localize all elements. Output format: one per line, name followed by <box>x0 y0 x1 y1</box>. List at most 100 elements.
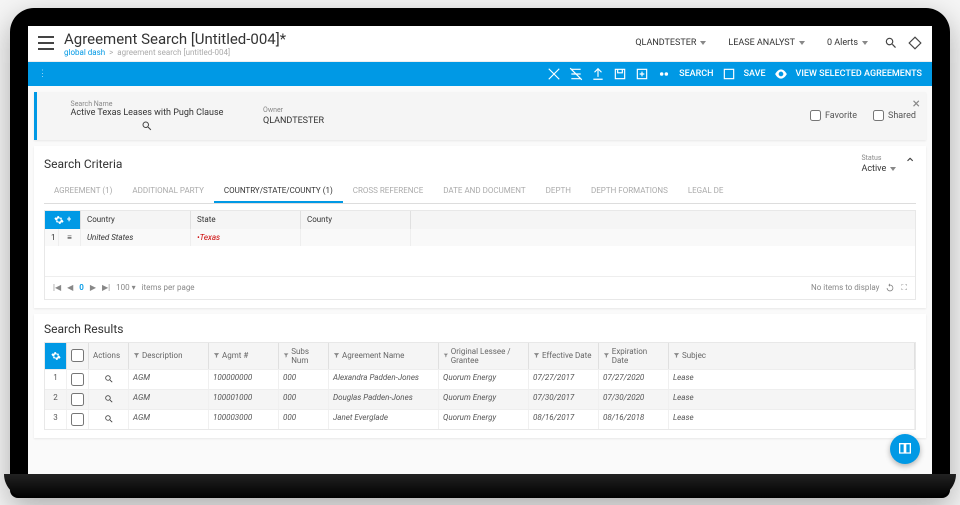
results-title: Search Results <box>44 322 916 336</box>
filter-icon <box>443 352 449 359</box>
alerts-dropdown[interactable]: 0 Alerts <box>821 36 874 50</box>
col-county[interactable]: County <box>301 211 411 229</box>
save-button[interactable]: SAVE <box>744 69 766 79</box>
col-description[interactable]: Description <box>129 343 209 369</box>
row-checkbox[interactable] <box>67 390 89 409</box>
row-index: 3 <box>45 410 67 429</box>
row-action[interactable]: ≡ <box>59 229 81 246</box>
row-action[interactable] <box>89 390 129 409</box>
row-checkbox[interactable] <box>67 370 89 389</box>
clear-all-icon[interactable] <box>569 67 583 81</box>
misc-icon[interactable] <box>657 67 671 81</box>
user-dropdown[interactable]: QLANDTESTER <box>629 36 712 50</box>
row-eff: 08/16/2017 <box>529 410 599 429</box>
row-index: 1 <box>45 370 67 389</box>
row-county[interactable] <box>301 229 411 246</box>
grid-settings[interactable]: + <box>45 211 81 229</box>
row-subs: 000 <box>279 370 329 389</box>
plus-icon[interactable]: + <box>67 215 71 224</box>
row-exp: 07/27/2020 <box>599 370 669 389</box>
col-subs[interactable]: Subs Num <box>279 343 329 369</box>
table-row[interactable]: 2 AGM 100001000 000 Douglas Padden-Jones… <box>45 389 915 409</box>
row-agmt: 100000000 <box>209 370 279 389</box>
save-as-icon[interactable] <box>613 67 627 81</box>
results-settings[interactable] <box>45 343 67 369</box>
row-agmt: 100001000 <box>209 390 279 409</box>
table-row[interactable]: 3 AGM 100003000 000 Janet Everglade Quor… <box>45 409 915 429</box>
col-state[interactable]: State <box>191 211 301 229</box>
tab-cross-reference[interactable]: CROSS REFERENCE <box>343 180 434 203</box>
criteria-row[interactable]: 1 ≡ United States •Texas <box>45 229 915 246</box>
col-eff[interactable]: Effective Date <box>529 343 599 369</box>
pager-prev[interactable]: ◀ <box>67 283 73 292</box>
col-subj[interactable]: Subjec <box>669 343 915 369</box>
row-desc: AGM <box>129 370 209 389</box>
tab-legal[interactable]: LEGAL DE <box>678 180 734 203</box>
tab-depth[interactable]: DEPTH <box>536 180 581 203</box>
select-all-checkbox[interactable] <box>67 343 89 369</box>
filter-icon <box>283 352 289 359</box>
pager-first[interactable]: |◀ <box>53 283 61 292</box>
row-desc: AGM <box>129 390 209 409</box>
filter-icon <box>133 352 140 359</box>
title-block: Agreement Search [Untitled-004]* global … <box>64 30 619 57</box>
view-selected-button[interactable]: VIEW SELECTED AGREEMENTS <box>796 69 922 79</box>
col-actions[interactable]: Actions <box>89 343 129 369</box>
pager-last[interactable]: ▶| <box>102 283 110 292</box>
search-name-value[interactable]: Active Texas Leases with Pugh Clause <box>71 108 224 118</box>
row-agmt: 100003000 <box>209 410 279 429</box>
tab-date-document[interactable]: DATE AND DOCUMENT <box>433 180 535 203</box>
pager-perpage[interactable]: 100 ▾ <box>116 283 136 292</box>
upload-icon[interactable] <box>591 67 605 81</box>
help-fab[interactable] <box>890 434 920 464</box>
table-row[interactable]: 1 AGM 100000000 000 Alexandra Padden-Jon… <box>45 369 915 389</box>
refresh-icon[interactable] <box>885 283 895 293</box>
breadcrumb-link[interactable]: global dash <box>64 48 105 57</box>
row-country[interactable]: United States <box>81 229 191 246</box>
search-name-label: Search Name <box>71 100 224 108</box>
filter-icon <box>213 352 220 359</box>
view-icon[interactable] <box>774 67 788 81</box>
status-dropdown[interactable]: Active <box>861 164 896 174</box>
favorite-checkbox[interactable]: Favorite <box>810 110 857 121</box>
col-agmt[interactable]: Agmt # <box>209 343 279 369</box>
collapse-toggle[interactable]: ⌃ <box>904 156 916 172</box>
row-action[interactable] <box>89 410 129 429</box>
search-button[interactable]: SEARCH <box>679 69 713 79</box>
save-icon[interactable] <box>722 67 736 81</box>
row-eff: 07/30/2017 <box>529 390 599 409</box>
kebab-icon[interactable]: ⋮ <box>38 69 47 79</box>
row-state[interactable]: •Texas <box>191 229 301 246</box>
gear-icon <box>54 215 64 225</box>
clear-icon[interactable] <box>547 67 561 81</box>
tab-additional-party[interactable]: ADDITIONAL PARTY <box>122 180 214 203</box>
expand-icon[interactable]: ⛶ <box>901 283 907 293</box>
row-checkbox[interactable] <box>67 410 89 429</box>
chevron-down-icon <box>862 41 868 45</box>
tab-agreement[interactable]: AGREEMENT (1) <box>44 180 122 203</box>
col-exp[interactable]: Expiration Date <box>599 343 669 369</box>
row-desc: AGM <box>129 410 209 429</box>
row-subs: 000 <box>279 410 329 429</box>
export-icon[interactable] <box>635 67 649 81</box>
status-label: Status <box>861 154 896 162</box>
menu-toggle[interactable] <box>38 36 54 50</box>
results-panel: Search Results Actions Description Agmt … <box>34 314 926 438</box>
col-lessee[interactable]: Original Lessee / Grantee <box>439 343 529 369</box>
criteria-title: Search Criteria <box>44 157 122 171</box>
col-country[interactable]: Country <box>81 211 191 229</box>
row-subj: Lease <box>669 410 915 429</box>
tab-depth-formations[interactable]: DEPTH FORMATIONS <box>581 180 678 203</box>
search-icon[interactable] <box>141 120 153 132</box>
chevron-down-icon <box>799 41 805 45</box>
tab-country-state-county[interactable]: COUNTRY/STATE/COUNTY (1) <box>214 180 343 203</box>
close-icon[interactable]: × <box>913 96 920 112</box>
role-dropdown[interactable]: LEASE ANALYST <box>722 36 811 50</box>
search-icon[interactable] <box>884 36 898 50</box>
pager-page[interactable]: 0 <box>79 283 84 292</box>
shared-checkbox[interactable]: Shared <box>873 110 916 121</box>
diamond-icon[interactable] <box>908 36 922 50</box>
col-name[interactable]: Agreement Name <box>329 343 439 369</box>
row-action[interactable] <box>89 370 129 389</box>
pager-next[interactable]: ▶ <box>90 283 96 292</box>
